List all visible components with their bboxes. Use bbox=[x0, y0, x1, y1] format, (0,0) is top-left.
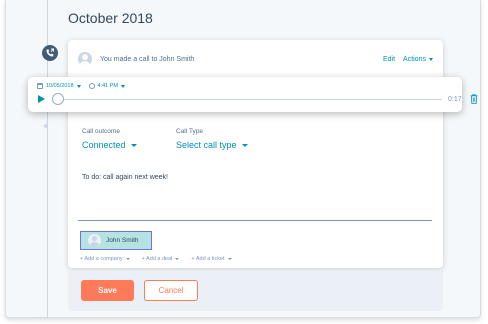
call-recording-player: 10/05/2018 4:41 PM 0:17 bbox=[28, 77, 478, 112]
avatar bbox=[78, 52, 92, 66]
trash-icon[interactable] bbox=[470, 94, 478, 104]
add-deal-label: + Add a deal bbox=[141, 256, 173, 262]
chevron-down-icon bbox=[130, 143, 137, 147]
chevron-down-icon bbox=[241, 143, 248, 147]
chevron-down-icon bbox=[76, 84, 81, 88]
chevron-down-icon bbox=[175, 258, 180, 260]
call-activity-card: You made a call to John Smith Edit Actio… bbox=[68, 40, 443, 268]
calendar-icon bbox=[37, 83, 43, 89]
edit-label: Edit bbox=[382, 55, 396, 63]
phone-icon bbox=[46, 48, 55, 57]
actions-dropdown[interactable]: Actions bbox=[403, 56, 433, 63]
recording-date[interactable]: 10/05/2018 bbox=[46, 83, 74, 89]
chevron-down-icon bbox=[121, 84, 126, 88]
notes-divider bbox=[78, 220, 432, 221]
add-company-link[interactable]: + Add a company bbox=[80, 256, 130, 262]
contact-avatar bbox=[88, 234, 101, 247]
call-outcome-select[interactable]: Connected bbox=[82, 140, 137, 150]
call-icon bbox=[42, 45, 58, 61]
call-type-value: Select call type bbox=[176, 140, 237, 150]
call-outcome-field: Call outcome Connected bbox=[82, 128, 137, 150]
contact-name: John Smith bbox=[106, 237, 139, 244]
recording-duration: 0:17 bbox=[448, 96, 462, 103]
month-heading: October 2018 bbox=[68, 10, 153, 26]
timeline-dot bbox=[44, 124, 48, 128]
activity-title: You made a call to John Smith bbox=[100, 55, 195, 63]
card-footer: Save Cancel bbox=[68, 271, 443, 311]
edit-link[interactable]: Edit bbox=[383, 56, 395, 63]
call-outcome-label: Call outcome bbox=[82, 128, 120, 135]
call-notes[interactable]: To do: call again next week! bbox=[82, 174, 168, 181]
chevron-down-icon bbox=[125, 258, 130, 260]
save-button[interactable]: Save bbox=[81, 280, 134, 301]
call-type-label: Call Type bbox=[176, 128, 203, 135]
recording-meta: 10/05/2018 4:41 PM bbox=[37, 83, 126, 89]
chevron-down-icon bbox=[227, 258, 232, 260]
seek-handle[interactable] bbox=[52, 93, 64, 105]
call-type-select[interactable]: Select call type bbox=[176, 140, 248, 150]
associations-row: + Add a company + Add a deal + Add a tic… bbox=[80, 256, 244, 262]
add-deal-link[interactable]: + Add a deal bbox=[142, 256, 180, 262]
call-type-field: Call Type Select call type bbox=[176, 128, 248, 150]
cancel-button[interactable]: Cancel bbox=[144, 280, 198, 301]
timeline-panel: October 2018 You made a call to John Smi… bbox=[5, 0, 481, 318]
call-outcome-value: Connected bbox=[82, 140, 126, 150]
add-ticket-link[interactable]: + Add a ticket bbox=[191, 256, 232, 262]
actions-label: Actions bbox=[403, 55, 426, 63]
chevron-down-icon bbox=[429, 57, 433, 61]
associated-contact-chip[interactable]: John Smith bbox=[80, 231, 152, 250]
recording-time[interactable]: 4:41 PM bbox=[98, 83, 118, 89]
activity-header: You made a call to John Smith Edit Actio… bbox=[78, 50, 433, 68]
add-ticket-label: + Add a ticket bbox=[191, 256, 225, 262]
seek-track[interactable] bbox=[56, 99, 442, 100]
play-icon[interactable] bbox=[38, 95, 45, 103]
add-company-label: + Add a company bbox=[80, 256, 123, 262]
clock-icon bbox=[88, 83, 95, 89]
